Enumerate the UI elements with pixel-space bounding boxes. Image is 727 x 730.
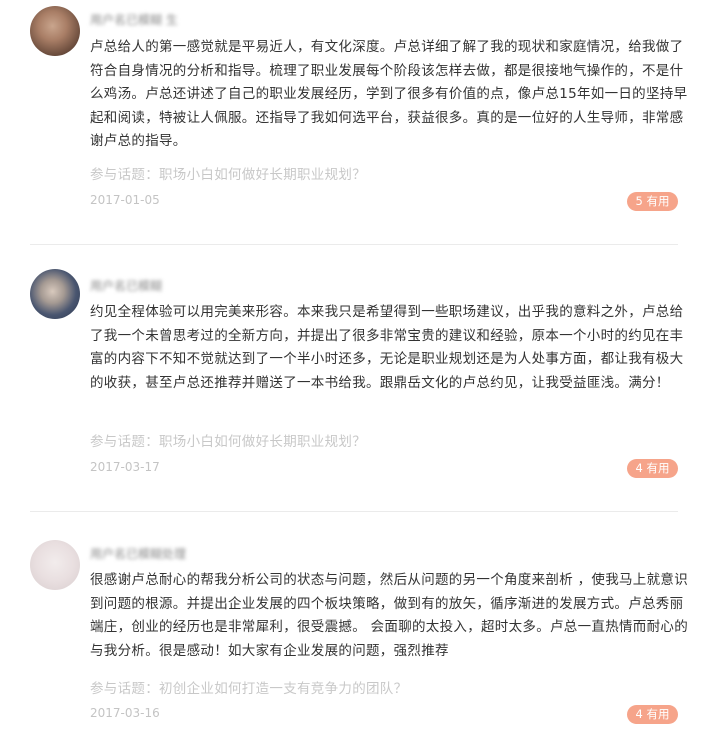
topic-line: 参与话题：职场小白如何做好长期职业规划？ [90, 163, 366, 183]
useful-button[interactable]: 4 有用 [627, 459, 678, 478]
review-text: 很感谢卢总耐心的帮我分析公司的状态与问题，然后从问题的另一个角度来剖析 ，使我马… [90, 572, 688, 659]
review-item: 用户名已模糊 生 卢总给人的第一感觉就是平易近人，有文化深度。卢总详细了解了我的… [0, 0, 727, 245]
topic-line: 参与话题：初创企业如何打造一支有竞争力的团队？ [90, 677, 407, 697]
topic-link[interactable]: 职场小白如何做好长期职业规划？ [159, 434, 366, 450]
useful-button[interactable]: 4 有用 [627, 705, 678, 724]
topic-prefix: 参与话题： [90, 434, 159, 450]
user-avatar[interactable] [30, 6, 80, 56]
review-date: 2017-03-16 [90, 706, 160, 720]
review-item: 用户名已模糊处理 很感谢卢总耐心的帮我分析公司的状态与问题，然后从问题的另一个角… [0, 512, 727, 730]
topic-prefix: 参与话题： [90, 681, 159, 697]
topic-line: 参与话题：职场小白如何做好长期职业规划？ [90, 430, 366, 450]
user-name[interactable]: 用户名已模糊 [90, 278, 162, 294]
topic-link[interactable]: 初创企业如何打造一支有竞争力的团队？ [159, 681, 407, 697]
user-avatar[interactable] [30, 269, 80, 319]
useful-button[interactable]: 5 有用 [627, 192, 678, 211]
topic-prefix: 参与话题： [90, 167, 159, 183]
user-avatar[interactable] [30, 540, 80, 590]
review-date: 2017-03-17 [90, 460, 160, 474]
review-text: 约见全程体验可以用完美来形容。本来我只是希望得到一些职场建议，出乎我的意料之外，… [90, 304, 684, 391]
review-date: 2017-01-05 [90, 193, 160, 207]
topic-link[interactable]: 职场小白如何做好长期职业规划？ [159, 167, 366, 183]
review-item: 用户名已模糊 约见全程体验可以用完美来形容。本来我只是希望得到一些职场建议，出乎… [0, 245, 727, 510]
review-text: 卢总给人的第一感觉就是平易近人，有文化深度。卢总详细了解了我的现状和家庭情况，给… [90, 39, 688, 149]
review-list: 用户名已模糊 生 卢总给人的第一感觉就是平易近人，有文化深度。卢总详细了解了我的… [0, 0, 727, 730]
user-name[interactable]: 用户名已模糊 生 [90, 12, 178, 28]
user-name[interactable]: 用户名已模糊处理 [90, 546, 186, 562]
